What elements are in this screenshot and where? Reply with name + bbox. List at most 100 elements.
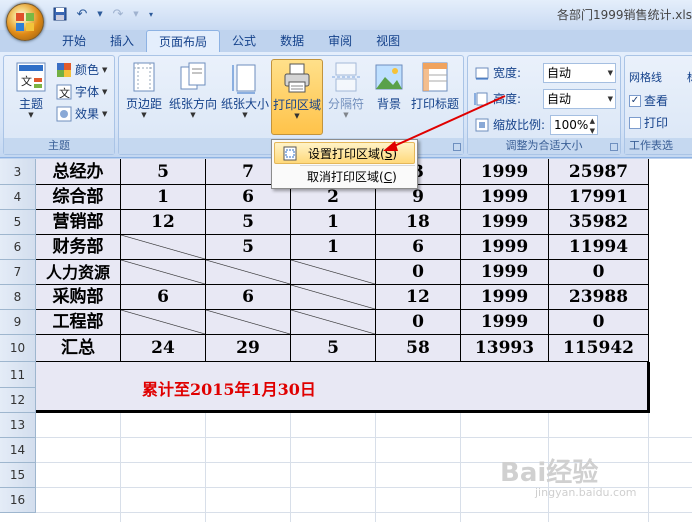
row-header[interactable]: 4 bbox=[0, 185, 36, 210]
table-cell-diagonal[interactable] bbox=[121, 310, 206, 335]
table-cell[interactable]: 1 bbox=[291, 210, 376, 235]
tab-review[interactable]: 审阅 bbox=[316, 30, 364, 52]
table-cell[interactable]: 115942 bbox=[549, 335, 649, 362]
table-cell[interactable]: 总经办 bbox=[36, 159, 121, 185]
table-cell[interactable]: 1 bbox=[121, 185, 206, 210]
fonts-button[interactable]: 文 字体 ▼ bbox=[56, 82, 107, 102]
table-cell[interactable]: 5 bbox=[206, 210, 291, 235]
table-cell[interactable]: 6 bbox=[121, 285, 206, 310]
table-cell[interactable]: 13993 bbox=[461, 335, 549, 362]
table-cell[interactable]: 综合部 bbox=[36, 185, 121, 210]
table-cell[interactable]: 35982 bbox=[549, 210, 649, 235]
table-cell[interactable]: 6 bbox=[376, 235, 461, 260]
orientation-icon bbox=[177, 61, 209, 95]
table-cell[interactable]: 营销部 bbox=[36, 210, 121, 235]
set-print-area-menu-item[interactable]: 设置打印区域(S) bbox=[274, 142, 415, 164]
print-area-button[interactable]: 打印区域 ▼ bbox=[271, 59, 323, 135]
background-button[interactable]: 背景 bbox=[369, 59, 409, 135]
merged-note-cell[interactable]: 累计至2015年1月30日 bbox=[36, 362, 650, 413]
table-cell[interactable]: 0 bbox=[376, 260, 461, 285]
table-cell[interactable]: 0 bbox=[376, 310, 461, 335]
table-cell[interactable]: 23988 bbox=[549, 285, 649, 310]
table-cell[interactable]: 人力资源 bbox=[36, 260, 121, 285]
table-cell[interactable]: 5 bbox=[206, 235, 291, 260]
undo-dropdown-icon[interactable]: ▼ bbox=[96, 6, 104, 22]
themes-button[interactable]: 文 主题 ▼ bbox=[8, 59, 54, 135]
redo-dropdown-icon[interactable]: ▼ bbox=[132, 6, 140, 22]
row-header[interactable]: 6 bbox=[0, 235, 36, 260]
row-header[interactable]: 15 bbox=[0, 463, 36, 488]
table-cell-diagonal[interactable] bbox=[121, 235, 206, 260]
table-cell[interactable]: 1999 bbox=[461, 210, 549, 235]
row-header[interactable]: 14 bbox=[0, 438, 36, 463]
office-button[interactable] bbox=[6, 3, 44, 41]
table-cell[interactable]: 汇总 bbox=[36, 335, 121, 362]
row-header[interactable]: 7 bbox=[0, 260, 36, 285]
table-cell[interactable]: 1999 bbox=[461, 185, 549, 210]
gridlines-print-checkbox[interactable]: 打印 bbox=[629, 113, 668, 133]
table-cell-diagonal[interactable] bbox=[206, 310, 291, 335]
size-button[interactable]: 纸张大小 ▼ bbox=[219, 59, 271, 135]
table-cell[interactable]: 25987 bbox=[549, 159, 649, 185]
redo-icon[interactable]: ↷ bbox=[110, 6, 126, 22]
tab-page-layout[interactable]: 页面布局 bbox=[146, 30, 221, 52]
row-header[interactable]: 8 bbox=[0, 285, 36, 310]
row-header[interactable]: 13 bbox=[0, 413, 36, 438]
table-cell[interactable]: 18 bbox=[376, 210, 461, 235]
colors-button[interactable]: 颜色 ▼ bbox=[56, 60, 107, 80]
effects-button[interactable]: 效果 ▼ bbox=[56, 104, 107, 124]
row-header[interactable]: 3 bbox=[0, 159, 36, 185]
width-select[interactable]: 自动 ▼ bbox=[543, 63, 616, 83]
table-cell[interactable]: 1999 bbox=[461, 260, 549, 285]
scale-spinner[interactable]: 100% ▲ ▼ bbox=[550, 115, 598, 135]
tab-view[interactable]: 视图 bbox=[364, 30, 412, 52]
row-header[interactable]: 11 bbox=[0, 362, 36, 388]
margins-button[interactable]: 页边距 ▼ bbox=[121, 59, 167, 135]
table-cell-diagonal[interactable] bbox=[291, 285, 376, 310]
height-select[interactable]: 自动 ▼ bbox=[543, 89, 616, 109]
table-cell[interactable]: 1999 bbox=[461, 159, 549, 185]
table-cell-diagonal[interactable] bbox=[291, 260, 376, 285]
page-setup-launcher-icon[interactable] bbox=[453, 143, 461, 151]
table-cell-diagonal[interactable] bbox=[121, 260, 206, 285]
table-cell[interactable]: 1999 bbox=[461, 235, 549, 260]
row-header[interactable]: 12 bbox=[0, 388, 36, 413]
tab-formulas[interactable]: 公式 bbox=[220, 30, 268, 52]
breaks-button[interactable]: 分隔符 ▼ bbox=[323, 59, 369, 135]
save-icon[interactable] bbox=[52, 6, 68, 22]
table-cell[interactable]: 6 bbox=[206, 285, 291, 310]
table-cell[interactable]: 工程部 bbox=[36, 310, 121, 335]
table-cell-diagonal[interactable] bbox=[206, 260, 291, 285]
undo-icon[interactable]: ↶ bbox=[74, 6, 90, 22]
table-cell[interactable]: 5 bbox=[291, 335, 376, 362]
table-cell[interactable]: 财务部 bbox=[36, 235, 121, 260]
customize-icon[interactable]: ▾ bbox=[146, 6, 156, 22]
row-header[interactable]: 10 bbox=[0, 335, 36, 362]
orientation-button[interactable]: 纸张方向 ▼ bbox=[167, 59, 219, 135]
table-cell[interactable]: 24 bbox=[121, 335, 206, 362]
table-cell[interactable]: 1999 bbox=[461, 310, 549, 335]
table-cell[interactable]: 1999 bbox=[461, 285, 549, 310]
table-cell[interactable]: 17991 bbox=[549, 185, 649, 210]
tab-home[interactable]: 开始 bbox=[50, 30, 98, 52]
table-cell[interactable]: 5 bbox=[121, 159, 206, 185]
table-cell[interactable]: 0 bbox=[549, 310, 649, 335]
row-header[interactable]: 16 bbox=[0, 488, 36, 513]
print-titles-button[interactable]: 打印标题 bbox=[409, 59, 461, 135]
table-cell[interactable]: 采购部 bbox=[36, 285, 121, 310]
table-cell[interactable]: 11994 bbox=[549, 235, 649, 260]
table-cell[interactable]: 29 bbox=[206, 335, 291, 362]
scale-launcher-icon[interactable] bbox=[610, 143, 618, 151]
tab-insert[interactable]: 插入 bbox=[98, 30, 146, 52]
table-cell[interactable]: 0 bbox=[549, 260, 649, 285]
row-header[interactable]: 9 bbox=[0, 310, 36, 335]
table-cell[interactable]: 12 bbox=[376, 285, 461, 310]
row-header[interactable]: 5 bbox=[0, 210, 36, 235]
clear-print-area-menu-item[interactable]: 取消打印区域(C) bbox=[274, 166, 415, 188]
table-cell[interactable]: 58 bbox=[376, 335, 461, 362]
gridlines-view-checkbox[interactable]: ✓ 查看 bbox=[629, 91, 668, 111]
tab-data[interactable]: 数据 bbox=[268, 30, 316, 52]
table-cell[interactable]: 1 bbox=[291, 235, 376, 260]
table-cell-diagonal[interactable] bbox=[291, 310, 376, 335]
table-cell[interactable]: 12 bbox=[121, 210, 206, 235]
